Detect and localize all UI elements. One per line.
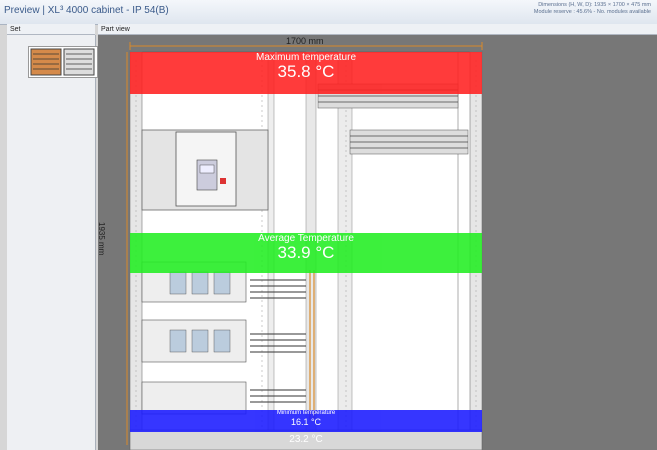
ambient-temperature-value: 23.2 °C xyxy=(289,434,323,445)
min-temperature-value: 16.1 °C xyxy=(290,417,322,427)
min-temperature-label: Minimum temperature xyxy=(276,410,336,416)
max-temperature-value: 35.8 °C xyxy=(277,62,335,81)
avg-temperature-band: Average Temperature 33.9 °C xyxy=(130,233,482,273)
avg-temperature-value: 33.9 °C xyxy=(277,243,335,262)
max-temperature-band: Maximum temperature 35.8 °C xyxy=(130,52,482,94)
min-temperature-band: Minimum temperature 16.1 °C xyxy=(130,410,482,432)
